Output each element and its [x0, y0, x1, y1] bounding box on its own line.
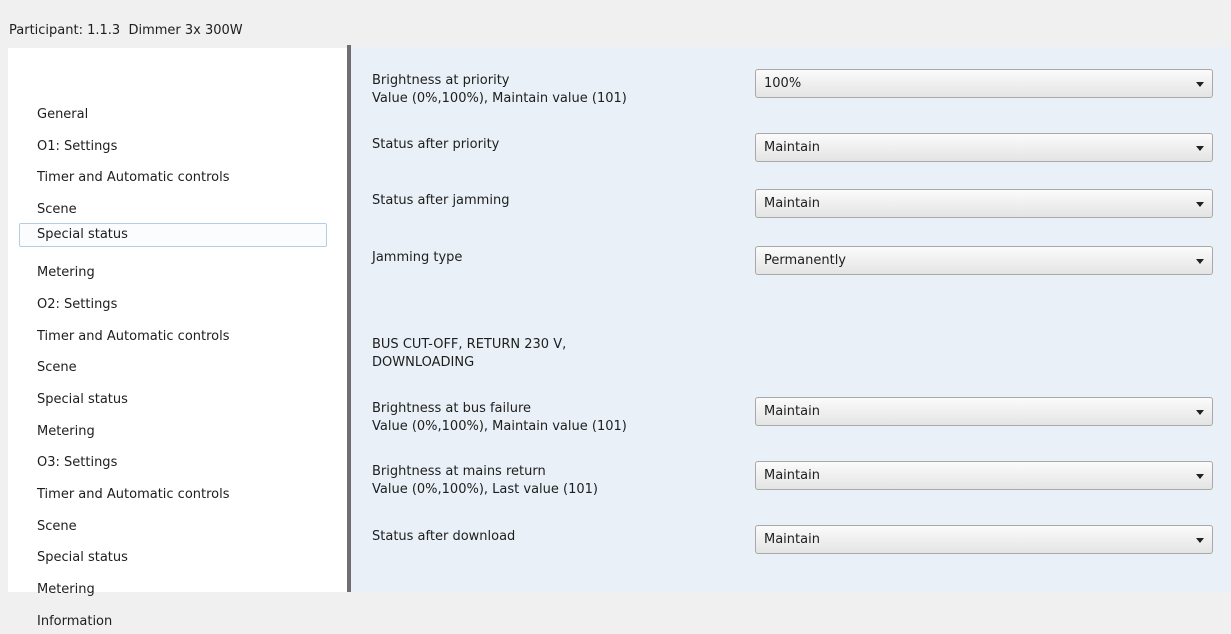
nav-item-o3-scene[interactable]: Scene	[19, 515, 327, 539]
brightness-priority-label: Brightness at priority	[372, 73, 510, 88]
dropdown-arrow-icon	[1196, 146, 1204, 151]
status-after-download-value: Maintain	[764, 532, 820, 547]
nav-item-o3-metering[interactable]: Metering	[19, 578, 327, 602]
parameter-panel: Brightness at priority Value (0%,100%), …	[351, 47, 1231, 592]
jamming-type-value: Permanently	[764, 253, 846, 268]
status-after-download-label: Status after download	[372, 529, 516, 544]
status-after-priority-label: Status after priority	[372, 137, 500, 152]
dropdown-arrow-icon	[1196, 82, 1204, 87]
nav-item-o1-timer[interactable]: Timer and Automatic controls	[19, 166, 327, 190]
nav-item-o2-settings[interactable]: O2: Settings	[19, 293, 327, 317]
section-heading-line1: BUS CUT-OFF, RETURN 230 V,	[372, 337, 567, 352]
nav-item-o1-metering[interactable]: Metering	[19, 261, 327, 285]
brightness-bus-failure-value: Maintain	[764, 404, 820, 419]
dropdown-arrow-icon	[1196, 474, 1204, 479]
brightness-mains-return-dropdown[interactable]: Maintain	[755, 461, 1213, 490]
dropdown-arrow-icon	[1196, 538, 1204, 543]
jamming-type-dropdown[interactable]: Permanently	[755, 246, 1213, 275]
nav-item-general[interactable]: General	[19, 103, 327, 127]
nav-item-o1-settings[interactable]: O1: Settings	[19, 135, 327, 159]
nav-item-o2-special-status[interactable]: Special status	[19, 388, 327, 412]
status-after-jamming-dropdown[interactable]: Maintain	[755, 189, 1213, 218]
brightness-bus-failure-dropdown[interactable]: Maintain	[755, 397, 1213, 426]
jamming-type-label: Jamming type	[372, 250, 463, 265]
nav-item-o2-timer[interactable]: Timer and Automatic controls	[19, 325, 327, 349]
nav-item-information[interactable]: Information	[19, 610, 327, 634]
dropdown-arrow-icon	[1196, 259, 1204, 264]
participant-header: Participant: 1.1.3 Dimmer 3x 300W	[0, 0, 1231, 42]
brightness-bus-failure-sublabel: Value (0%,100%), Maintain value (101)	[372, 419, 627, 434]
dropdown-arrow-icon	[1196, 202, 1204, 207]
nav-item-o2-scene[interactable]: Scene	[19, 356, 327, 380]
status-after-priority-dropdown[interactable]: Maintain	[755, 133, 1213, 162]
status-after-download-dropdown[interactable]: Maintain	[755, 525, 1213, 554]
brightness-mains-return-label: Brightness at mains return	[372, 464, 546, 479]
status-after-priority-value: Maintain	[764, 140, 820, 155]
brightness-priority-dropdown[interactable]: 100%	[755, 69, 1213, 98]
participant-title: Participant: 1.1.3 Dimmer 3x 300W	[9, 23, 243, 38]
dropdown-arrow-icon	[1196, 410, 1204, 415]
nav-item-o3-special-status[interactable]: Special status	[19, 546, 327, 570]
status-after-jamming-value: Maintain	[764, 196, 820, 211]
nav-item-o2-metering[interactable]: Metering	[19, 420, 327, 444]
nav-item-o1-special-status[interactable]: Special status	[19, 223, 327, 247]
parameter-tree: General O1: Settings Timer and Automatic…	[8, 48, 347, 629]
nav-item-o3-settings[interactable]: O3: Settings	[19, 451, 327, 475]
brightness-mains-return-value: Maintain	[764, 468, 820, 483]
brightness-bus-failure-label: Brightness at bus failure	[372, 401, 532, 416]
section-heading-line2: DOWNLOADING	[372, 355, 475, 370]
brightness-mains-return-sublabel: Value (0%,100%), Last value (101)	[372, 482, 598, 497]
status-after-jamming-label: Status after jamming	[372, 193, 510, 208]
nav-item-o3-timer[interactable]: Timer and Automatic controls	[19, 483, 327, 507]
brightness-priority-sublabel: Value (0%,100%), Maintain value (101)	[372, 91, 627, 106]
brightness-priority-value: 100%	[764, 76, 802, 91]
nav-item-o1-scene[interactable]: Scene	[19, 198, 327, 222]
